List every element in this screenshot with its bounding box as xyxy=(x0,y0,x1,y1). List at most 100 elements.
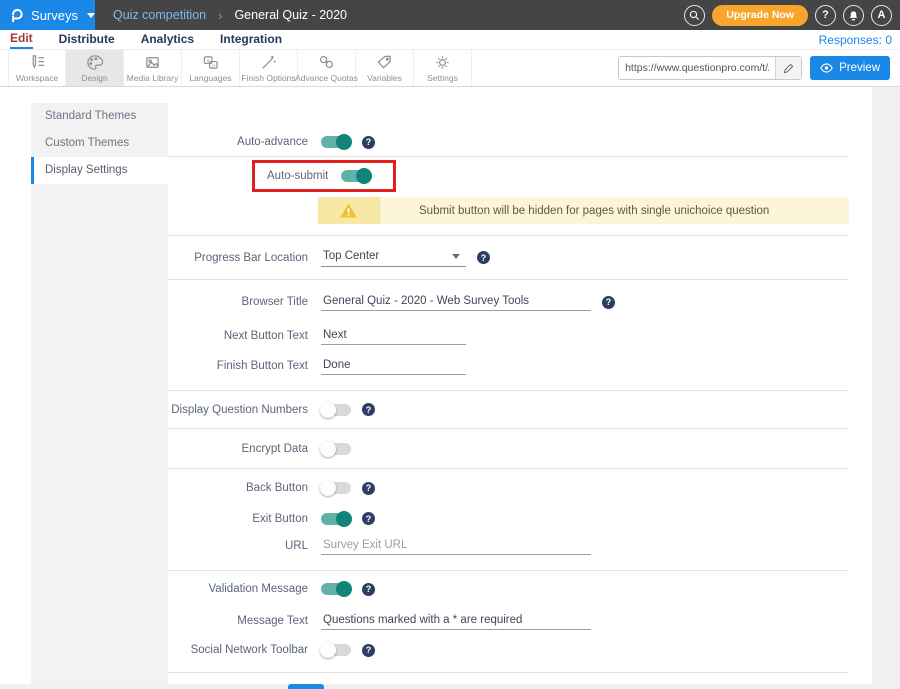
divider xyxy=(168,468,849,469)
browser-title-help-icon[interactable]: ? xyxy=(602,296,615,309)
encrypt-data-label: Encrypt Data xyxy=(168,443,308,455)
upgrade-now-button[interactable]: Upgrade Now xyxy=(712,5,808,26)
social-network-toolbar-toggle[interactable] xyxy=(321,644,351,656)
eye-icon xyxy=(820,63,833,73)
progress-bar-location-select[interactable]: Top Center xyxy=(321,248,466,267)
toolbar-design[interactable]: Design xyxy=(66,50,124,86)
nav-tab-edit[interactable]: Edit xyxy=(10,31,33,49)
encrypt-data-row: Encrypt Data xyxy=(168,429,849,468)
survey-nav: Edit Distribute Analytics Integration Re… xyxy=(0,30,900,50)
toolbar-media-library[interactable]: Media Library xyxy=(124,50,182,86)
exit-button-toggle[interactable] xyxy=(321,513,351,525)
toolbar-finish-options[interactable]: Finish Options xyxy=(240,50,298,86)
surveys-menu[interactable]: Surveys xyxy=(0,0,95,30)
auto-advance-toggle[interactable] xyxy=(321,136,351,148)
edit-url-button[interactable] xyxy=(775,57,801,79)
nav-tab-analytics[interactable]: Analytics xyxy=(141,32,194,48)
preview-button-label: Preview xyxy=(839,62,880,74)
responses-count[interactable]: Responses: 0 xyxy=(819,33,892,47)
social-network-toolbar-help-icon[interactable]: ? xyxy=(362,644,375,657)
nav-tab-distribute[interactable]: Distribute xyxy=(59,32,115,48)
breadcrumb: Quiz competition › General Quiz - 2020 xyxy=(113,8,347,23)
search-button[interactable] xyxy=(684,5,705,26)
nav-tab-integration[interactable]: Integration xyxy=(220,32,282,48)
workspace-icon xyxy=(29,54,46,71)
toolbar-languages[interactable]: a A Languages xyxy=(182,50,240,86)
back-button-label: Back Button xyxy=(168,482,308,494)
help-button[interactable]: ? xyxy=(815,5,836,26)
preview-button[interactable]: Preview xyxy=(810,56,890,80)
display-question-numbers-help-icon[interactable]: ? xyxy=(362,403,375,416)
sidebar-item-display-settings[interactable]: Display Settings xyxy=(31,157,168,184)
warning-triangle-icon xyxy=(339,202,358,219)
auto-advance-label: Auto-advance xyxy=(168,136,308,148)
validation-message-help-icon[interactable]: ? xyxy=(362,583,375,596)
sidebar-item-custom-themes[interactable]: Custom Themes xyxy=(31,130,168,157)
breadcrumb-folder[interactable]: Quiz competition xyxy=(113,8,206,22)
message-text-input[interactable] xyxy=(321,612,591,630)
palette-icon xyxy=(86,54,103,71)
display-question-numbers-row: Display Question Numbers ? xyxy=(168,391,849,428)
notifications-button[interactable] xyxy=(843,5,864,26)
toolbar-variables-label: Variables xyxy=(367,73,402,83)
toolbar-design-label: Design xyxy=(81,73,107,83)
warning-text: Submit button will be hidden for pages w… xyxy=(380,205,769,217)
exit-button-row: Exit Button ? xyxy=(168,505,849,532)
finish-button-text-label: Finish Button Text xyxy=(168,360,308,372)
save-button[interactable]: Save xyxy=(288,684,324,689)
exit-button-help-icon[interactable]: ? xyxy=(362,512,375,525)
next-button-text-label: Next Button Text xyxy=(168,330,308,342)
validation-message-toggle[interactable] xyxy=(321,583,351,595)
display-question-numbers-toggle[interactable] xyxy=(321,404,351,416)
questionpro-logo-icon xyxy=(10,6,24,24)
auto-submit-toggle[interactable] xyxy=(341,170,371,182)
exit-url-label: URL xyxy=(168,540,308,552)
breadcrumb-separator: › xyxy=(218,8,222,23)
browser-title-input[interactable] xyxy=(321,293,591,311)
sidebar-item-standard-themes[interactable]: Standard Themes xyxy=(31,103,168,130)
header-actions: Upgrade Now ? A xyxy=(684,5,900,26)
next-button-text-row: Next Button Text xyxy=(168,322,849,350)
back-button-help-icon[interactable]: ? xyxy=(362,482,375,495)
gear-icon xyxy=(434,54,451,71)
back-button-row: Back Button ? xyxy=(168,471,849,505)
toolbar-advance-quotas-label0: Finish Options xyxy=(241,73,295,83)
auto-submit-label: Auto-submit xyxy=(267,170,328,182)
translate-icon: a A xyxy=(202,54,219,71)
display-question-numbers-label: Display Question Numbers xyxy=(168,404,308,416)
toolbar-workspace-label: Workspace xyxy=(16,73,58,83)
back-button-toggle[interactable] xyxy=(321,482,351,494)
browser-title-row: Browser Title ? xyxy=(168,282,849,322)
toolbar-advance-quotas[interactable]: Advance Quotas xyxy=(298,50,356,86)
social-network-toolbar-label: Social Network Toolbar xyxy=(168,644,308,656)
right-gutter xyxy=(872,87,900,689)
toolbar-workspace[interactable]: Workspace xyxy=(8,50,66,86)
message-text-label: Message Text xyxy=(168,615,308,627)
toolbar-settings[interactable]: Settings xyxy=(414,50,472,86)
validation-message-label: Validation Message xyxy=(168,583,308,595)
auto-advance-help-icon[interactable]: ? xyxy=(362,136,375,149)
exit-url-input[interactable] xyxy=(321,537,591,555)
warning-icon-wrap xyxy=(318,197,380,224)
survey-url-input[interactable] xyxy=(619,62,775,74)
browser-title-label: Browser Title xyxy=(168,296,308,308)
toolbar-settings-label: Settings xyxy=(427,73,458,83)
exit-button-label: Exit Button xyxy=(168,513,308,525)
chevron-down-icon xyxy=(87,13,95,18)
design-sidebar: Standard Themes Custom Themes Display Se… xyxy=(31,103,168,684)
chain-links-icon xyxy=(318,54,335,71)
auto-advance-row: Auto-advance ? xyxy=(168,128,849,156)
toolbar-variables[interactable]: Variables xyxy=(356,50,414,86)
progress-bar-help-icon[interactable]: ? xyxy=(477,251,490,264)
pencil-icon xyxy=(783,63,794,74)
validation-message-row: Validation Message ? xyxy=(168,571,849,607)
auto-submit-annotation-box: Auto-submit xyxy=(252,160,396,192)
finish-button-text-input[interactable] xyxy=(321,357,466,375)
divider xyxy=(168,279,849,280)
next-button-text-input[interactable] xyxy=(321,327,466,345)
progress-bar-location-row: Progress Bar Location Top Center ? xyxy=(168,236,849,279)
encrypt-data-toggle[interactable] xyxy=(321,443,351,455)
magic-wand-icon xyxy=(260,54,277,71)
account-avatar[interactable]: A xyxy=(871,5,892,26)
auto-submit-warning: Submit button will be hidden for pages w… xyxy=(318,197,849,224)
